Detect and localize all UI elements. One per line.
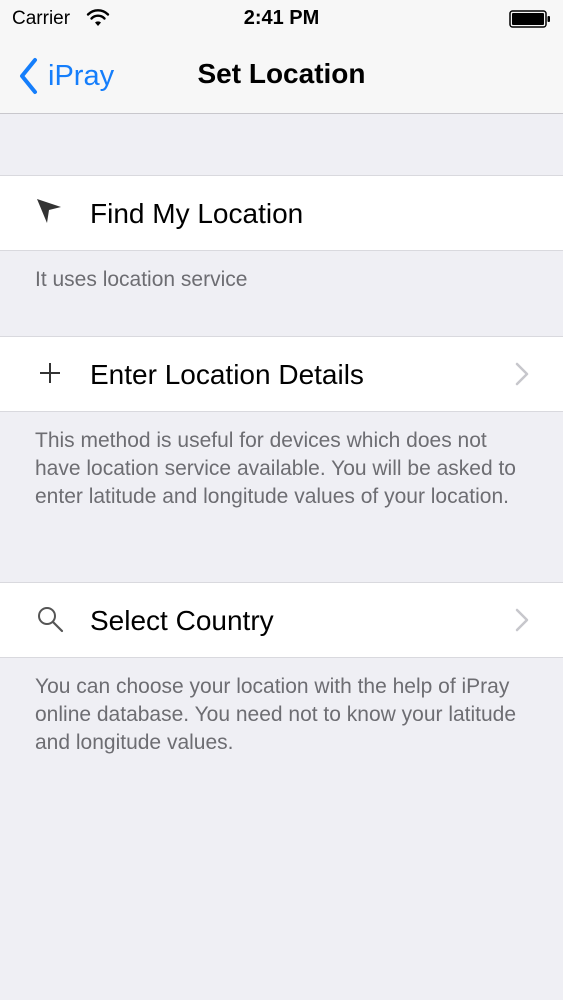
find-my-location-row[interactable]: Find My Location bbox=[0, 175, 563, 251]
find-my-location-description: It uses location service bbox=[35, 268, 248, 291]
find-my-location-label: Find My Location bbox=[90, 198, 304, 229]
navigation-bar: iPray Set Location bbox=[0, 40, 563, 114]
back-button[interactable]: iPray bbox=[18, 54, 114, 98]
enter-location-details-description: This method is useful for devices which … bbox=[35, 429, 516, 508]
select-country-description: You can choose your location with the he… bbox=[35, 675, 517, 754]
status-bar: Carrier 2:41 PM bbox=[0, 0, 563, 40]
chevron-right-icon bbox=[515, 608, 529, 632]
chevron-right-icon bbox=[515, 362, 529, 386]
enter-location-details-row[interactable]: Enter Location Details bbox=[0, 336, 563, 412]
select-country-row[interactable]: Select Country bbox=[0, 582, 563, 658]
location-arrow-icon bbox=[37, 199, 61, 223]
enter-location-details-label: Enter Location Details bbox=[90, 359, 364, 390]
status-time: 2:41 PM bbox=[243, 7, 320, 29]
search-icon bbox=[38, 607, 64, 633]
battery-icon bbox=[509, 10, 550, 28]
set-location-screen: Carrier 2:41 PM iPray Set Location Find … bbox=[0, 0, 563, 1000]
back-button-label: iPray bbox=[48, 59, 115, 92]
plus-icon bbox=[40, 363, 60, 383]
chevron-left-icon bbox=[20, 58, 37, 94]
select-country-label: Select Country bbox=[90, 605, 274, 636]
